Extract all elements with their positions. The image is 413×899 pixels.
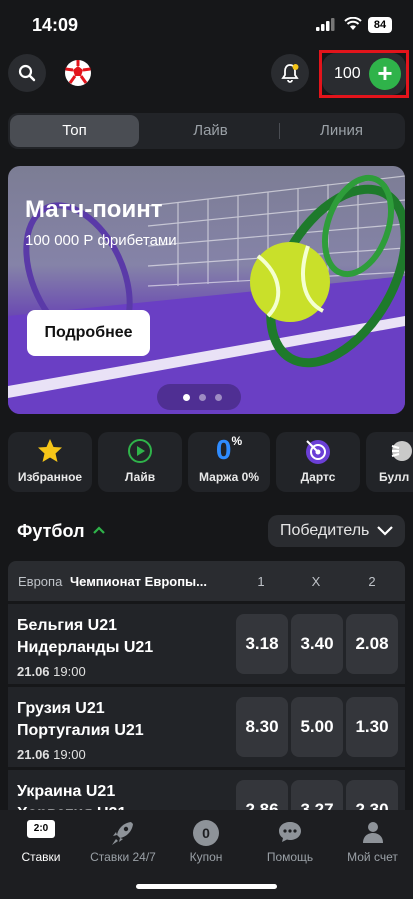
home-indicator[interactable] — [136, 884, 277, 889]
league-header[interactable]: Европа Чемпионат Европы... 1 X 2 — [8, 561, 405, 601]
carousel-dot[interactable] — [199, 394, 206, 401]
darts-icon — [306, 440, 330, 464]
nav-label: Ставки 24/7 — [90, 850, 156, 864]
quick-link-favorites[interactable]: Избранное — [8, 432, 92, 492]
quick-link-bull[interactable]: Булл — [366, 432, 413, 492]
tab-live[interactable]: Лайв — [144, 113, 277, 149]
odds-column-header: X — [311, 574, 321, 589]
chevron-up-icon[interactable] — [92, 523, 106, 537]
balance-highlight-box — [319, 50, 409, 98]
nav-bets[interactable]: 2:0 Ставки — [0, 810, 82, 872]
team-away: Португалия U21 — [17, 722, 144, 739]
nav-coupon[interactable]: 0 Купон — [164, 810, 248, 872]
notifications-button[interactable] — [271, 54, 309, 92]
match-time: 19:00 — [53, 664, 86, 679]
banner-title: Матч-поинт — [25, 196, 163, 223]
match-date: 21.06 — [17, 664, 50, 679]
nav-label: Ставки — [21, 850, 61, 864]
cellular-signal-icon — [316, 18, 335, 31]
match-row[interactable]: Бельгия U21 Нидерланды U21 21.06 19:00 3… — [8, 604, 405, 684]
banner-details-button[interactable]: Подробнее — [27, 310, 150, 356]
battery-indicator: 84 — [368, 17, 392, 33]
team-away: Нидерланды U21 — [17, 639, 154, 656]
quick-link-live[interactable]: Лайв — [98, 432, 182, 492]
market-select-label: Победитель — [280, 522, 370, 539]
margin-zero-digit: 0 — [215, 434, 232, 465]
odd-button[interactable]: 1.30 — [346, 697, 398, 757]
app-header: 100 + — [0, 50, 413, 100]
nav-account[interactable]: Мой счет — [332, 810, 413, 872]
team-home: Украина U21 — [17, 783, 116, 800]
league-name: Чемпионат Европы... — [70, 574, 207, 589]
quick-link-label: Дартс — [300, 470, 336, 484]
match-datetime: 21.06 19:00 — [17, 664, 86, 679]
rocket-icon — [112, 822, 133, 845]
profile-icon — [362, 822, 383, 843]
banner-subtitle: 100 000 Р фрибетами — [25, 232, 177, 249]
soccer-ball-logo-icon[interactable] — [63, 58, 93, 88]
nav-label: Купон — [189, 850, 223, 864]
bell-icon — [281, 64, 299, 83]
carousel-dot[interactable] — [183, 394, 190, 401]
quick-link-label: Маржа 0% — [199, 470, 259, 484]
section-title[interactable]: Футбол — [17, 521, 85, 542]
quick-link-label: Избранное — [17, 470, 83, 484]
nav-label: Мой счет — [347, 850, 398, 864]
odd-button[interactable]: 3.18 — [236, 614, 288, 674]
status-bar: 14:09 84 — [0, 0, 413, 50]
star-icon — [38, 439, 62, 462]
score-board-icon: 2:0 — [27, 820, 55, 838]
match-date: 21.06 — [17, 747, 50, 762]
carousel-dots — [157, 384, 241, 410]
bull-icon — [391, 441, 412, 461]
wifi-icon — [344, 17, 362, 30]
margin-percent-sign: % — [231, 434, 243, 448]
odd-button[interactable]: 8.30 — [236, 697, 288, 757]
chat-icon — [279, 822, 301, 842]
odd-button[interactable]: 3.40 — [291, 614, 343, 674]
odd-button[interactable]: 2.08 — [346, 614, 398, 674]
league-category: Европа — [18, 574, 63, 589]
promo-banner[interactable]: Матч-поинт 100 000 Р фрибетами Подробнее — [8, 166, 405, 414]
team-home: Грузия U21 — [17, 700, 105, 717]
coupon-icon: 0 — [193, 820, 219, 846]
market-select[interactable]: Победитель — [268, 515, 405, 547]
chevron-down-icon — [377, 526, 393, 536]
quick-link-label: Лайв — [124, 470, 156, 484]
main-tabs: Топ Лайв Линия — [8, 113, 405, 149]
odd-button[interactable]: 5.00 — [291, 697, 343, 757]
team-home: Бельгия U21 — [17, 617, 118, 634]
odds-column-header: 2 — [368, 574, 376, 589]
search-icon — [18, 64, 36, 82]
tab-top[interactable]: Топ — [10, 115, 139, 147]
live-play-icon — [128, 439, 152, 463]
nav-help[interactable]: Помощь — [248, 810, 332, 872]
match-datetime: 21.06 19:00 — [17, 747, 86, 762]
margin-zero-icon: 0% — [216, 434, 242, 466]
odds-column-header: 1 — [257, 574, 265, 589]
quick-link-margin[interactable]: 0% Маржа 0% — [188, 432, 270, 492]
match-time: 19:00 — [53, 747, 86, 762]
carousel-dot[interactable] — [215, 394, 222, 401]
nav-bets-247[interactable]: Ставки 24/7 — [82, 810, 164, 872]
quick-link-label: Булл — [379, 470, 410, 484]
quick-link-darts[interactable]: Дартс — [276, 432, 360, 492]
tab-line[interactable]: Линия — [280, 113, 403, 149]
status-time: 14:09 — [32, 15, 79, 35]
nav-label: Помощь — [266, 850, 314, 864]
match-row[interactable]: Грузия U21 Португалия U21 21.06 19:00 8.… — [8, 687, 405, 767]
search-button[interactable] — [8, 54, 46, 92]
